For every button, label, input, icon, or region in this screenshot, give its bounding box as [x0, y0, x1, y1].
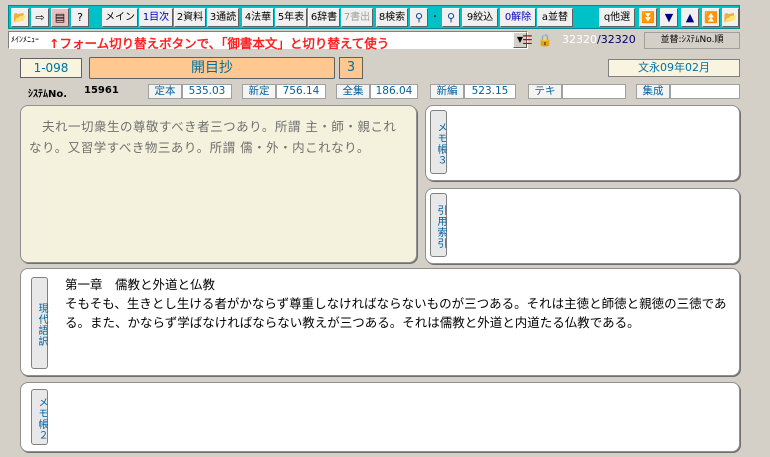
citation-index-panel[interactable]: 引用索引 — [425, 188, 740, 264]
shinpen-value: 523.15 — [464, 84, 516, 99]
read-through-button[interactable]: 3通読 — [207, 8, 239, 27]
shintei-label: 新定 — [242, 84, 276, 99]
other-select-button[interactable]: q他選 — [599, 8, 635, 27]
record-total: /32320 — [597, 33, 636, 46]
text-value[interactable] — [562, 84, 626, 99]
separator-dot: ・ — [429, 8, 439, 27]
zenshu-label: 全集 — [336, 84, 370, 99]
filter-icon[interactable]: ⚲ — [442, 8, 460, 27]
open-folder-icon[interactable]: 📂 — [11, 8, 29, 27]
menu-main-button[interactable]: メイン — [102, 8, 138, 27]
citation-index-tab[interactable]: 引用索引 — [430, 193, 447, 257]
open-file-icon[interactable]: 📂 — [722, 8, 739, 27]
record-current: 32320 — [562, 33, 597, 46]
memo2-panel[interactable]: メモ帳２ — [20, 382, 740, 452]
zenshu-value: 186.04 — [370, 84, 418, 99]
search-button[interactable]: 8検索 — [376, 8, 408, 27]
teihon-label: 定本 — [148, 84, 182, 99]
list-icon[interactable]: ☰ — [522, 31, 533, 49]
filter-button[interactable]: 9絞込 — [462, 8, 498, 27]
export-button[interactable]: 7書出 — [341, 8, 373, 27]
shusei-value[interactable] — [670, 84, 740, 99]
system-no-label: ｼｽﾃﾑNo. — [28, 89, 68, 100]
translation-panel[interactable]: 現代語訳 第一章 儒教と外道と仏教 そもそも、生きとし生ける者がかならず尊重しな… — [20, 268, 740, 376]
document-title: 開目抄 — [89, 57, 335, 79]
clear-filter-button[interactable]: 0解除 — [500, 8, 536, 27]
chronology-button[interactable]: 5年表 — [275, 8, 307, 27]
sort-button[interactable]: a並替 — [537, 8, 573, 27]
layout-icon[interactable]: ▤ — [51, 8, 69, 27]
materials-button[interactable]: 2資料 — [174, 8, 206, 27]
document-volume: 3 — [339, 57, 363, 79]
translation-body: そもそも、生きとし生ける者がかならず尊重しなければならないものが三つある。それは… — [65, 296, 727, 330]
translation-tab[interactable]: 現代語訳 — [31, 277, 48, 369]
lock-icon[interactable]: 🔒 — [537, 31, 553, 49]
help-icon[interactable]: ? — [71, 8, 89, 27]
shintei-value: 756.14 — [276, 84, 326, 99]
find-icon[interactable]: ⚲ — [410, 8, 428, 27]
gosho-text: 夫れ一切衆生の尊敬すべき者三つあり。所謂 主・師・親これなり。又習学すべき物三あ… — [29, 119, 397, 155]
form-switch-icon[interactable]: ⇨ — [31, 8, 49, 27]
gosho-text-panel[interactable]: 夫れ一切衆生の尊敬すべき者三つあり。所謂 主・師・親これなり。又習学すべき物三あ… — [20, 105, 417, 263]
memo3-panel[interactable]: メモ帳３ — [425, 105, 740, 181]
last-record-icon[interactable]: ⏫ — [702, 8, 720, 27]
system-no-value: 15961 — [84, 85, 119, 96]
sort-status: 並替:ｼｽﾃﾑNo.順 — [644, 32, 740, 49]
teihon-value: 535.03 — [182, 84, 232, 99]
shusei-label: 集成 — [636, 84, 670, 99]
menu-combo-value: ↑フォーム切り替えボタンで、「御書本文」と切り替えて使う — [49, 36, 390, 51]
record-counter: 32320/32320 — [562, 33, 636, 46]
dictionary-button[interactable]: 6辞書 — [308, 8, 340, 27]
first-record-icon[interactable]: ⏬ — [639, 8, 657, 27]
text-label: テキ — [528, 84, 562, 99]
main-toolbar: 📂 ⇨ ▤ ? メイン 1目次 2資料 3通読 4法華 5年表 6辞書 7書出 … — [8, 5, 740, 29]
document-date: 文永09年02月 — [608, 59, 740, 77]
menu-label: ﾒｲﾝﾒﾆｭｰ — [11, 35, 39, 44]
next-record-icon[interactable]: ▼ — [660, 8, 678, 27]
prev-record-icon[interactable]: ▲ — [681, 8, 699, 27]
memo2-tab[interactable]: メモ帳２ — [31, 389, 48, 445]
document-id: 1-098 — [20, 58, 82, 78]
toc-button[interactable]: 1目次 — [139, 8, 173, 27]
translation-content: 第一章 儒教と外道と仏教 そもそも、生きとし生ける者がかならず尊重しなければなら… — [65, 275, 735, 332]
hokke-button[interactable]: 4法華 — [242, 8, 274, 27]
memo3-tab[interactable]: メモ帳３ — [430, 110, 447, 174]
main-menu-combo[interactable]: ﾒｲﾝﾒﾆｭｰ ↑フォーム切り替えボタンで、「御書本文」と切り替えて使う ▼ — [8, 31, 528, 51]
shinpen-label: 新編 — [430, 84, 464, 99]
translation-heading: 第一章 儒教と外道と仏教 — [65, 277, 216, 292]
